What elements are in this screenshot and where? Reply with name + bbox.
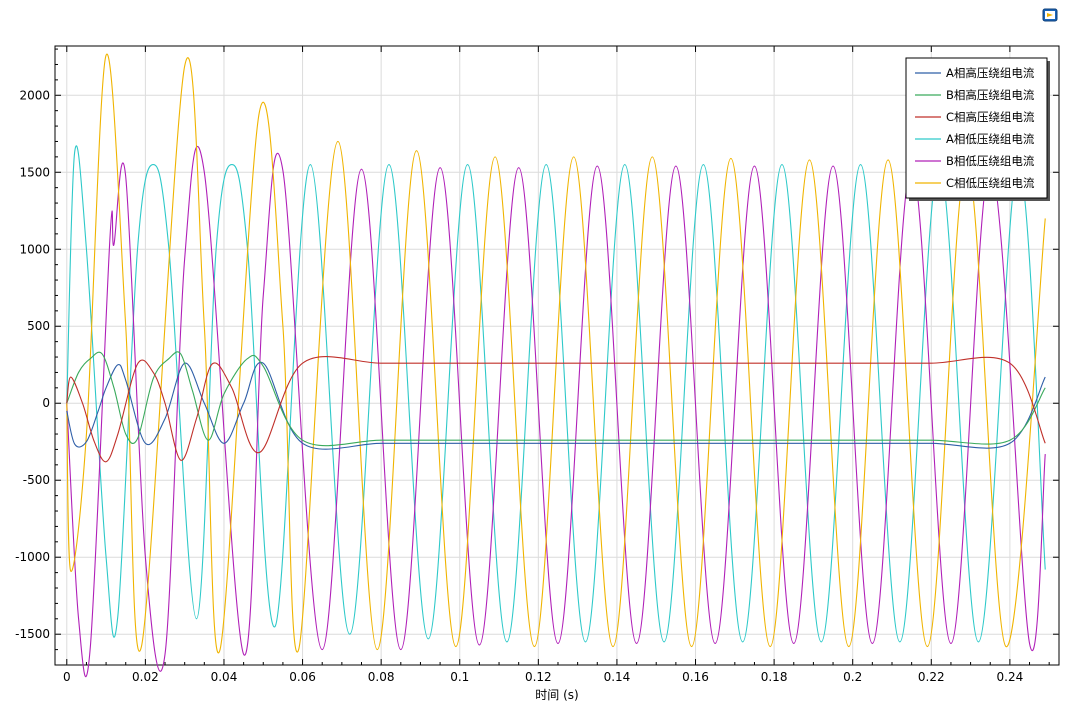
x-tick-label: 0.22 <box>918 670 945 684</box>
y-tick-label: -500 <box>23 473 50 487</box>
x-tick-label: 0.08 <box>368 670 395 684</box>
y-tick-label: 500 <box>27 319 50 333</box>
y-tick-label: 1500 <box>19 165 50 179</box>
legend-label: A相低压绕组电流 <box>946 132 1035 146</box>
legend-label: C相高压绕组电流 <box>946 110 1035 124</box>
legend-label: B相低压绕组电流 <box>946 154 1035 168</box>
legend-label: B相高压绕组电流 <box>946 88 1035 102</box>
y-tick-label: 1000 <box>19 242 50 256</box>
screenshot-icon[interactable] <box>1042 7 1058 22</box>
x-tick-label: 0.1 <box>450 670 469 684</box>
x-tick-label: 0.2 <box>843 670 862 684</box>
x-tick-label: 0.14 <box>604 670 631 684</box>
y-tick-label: -1500 <box>15 627 50 641</box>
x-tick-label: 0.16 <box>682 670 709 684</box>
x-tick-label: 0.06 <box>289 670 316 684</box>
x-axis-title: 时间 (s) <box>535 688 578 702</box>
x-tick-label: 0.18 <box>761 670 788 684</box>
x-tick-label: 0.02 <box>132 670 159 684</box>
x-tick-label: 0.12 <box>525 670 552 684</box>
legend: A相高压绕组电流 B相高压绕组电流 C相高压绕组电流 A相低压绕组电流 B相低压绕组电流… <box>905 57 1050 201</box>
y-tick-label: -1000 <box>15 550 50 564</box>
legend-label: A相高压绕组电流 <box>946 66 1035 80</box>
legend-label: C相低压绕组电流 <box>946 176 1035 190</box>
x-tick-label: 0 <box>63 670 71 684</box>
x-tick-label: 0.04 <box>211 670 238 684</box>
x-tick-label: 0.24 <box>997 670 1024 684</box>
y-tick-label: 0 <box>42 396 50 410</box>
chart: 0 0.02 0.04 0.06 0.08 0.1 0.12 0.14 0.16 0.18 0.2 0… <box>15 45 1060 702</box>
y-tick-label: 2000 <box>19 88 50 102</box>
